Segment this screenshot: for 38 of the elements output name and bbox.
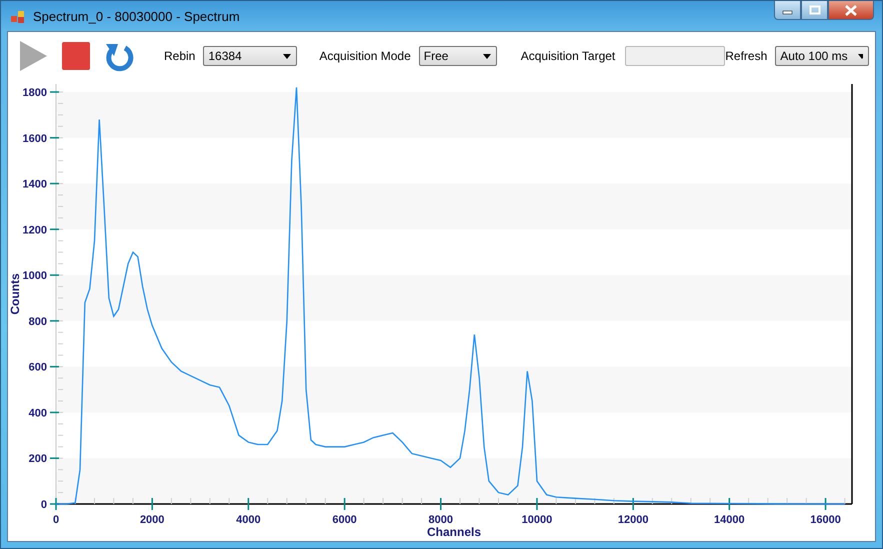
dropdown[interactable]: 16384 [203, 46, 298, 66]
caret-icon [482, 54, 491, 58]
tick-label: 800 [28, 316, 47, 328]
tick-label: 400 [28, 407, 47, 420]
tick-label: 1400 [22, 178, 47, 191]
field-label: Refresh [725, 49, 768, 63]
app-icon [11, 10, 25, 22]
maximize-icon [808, 5, 820, 15]
close-icon [844, 4, 858, 16]
field-label: Acquisition Mode [319, 49, 411, 63]
field-label: Acquisition Target [520, 49, 616, 63]
tick-label: 2000 [140, 514, 164, 526]
tick-label: 1200 [22, 224, 47, 236]
close-button[interactable] [828, 1, 874, 20]
maximize-button[interactable] [801, 1, 828, 20]
tick-label: 1600 [22, 132, 47, 145]
axis-title: Counts [8, 273, 22, 315]
window-title: Spectrum_0 - 80030000 - Spectrum [33, 8, 241, 24]
tick-label: 14000 [714, 514, 745, 526]
tick-label: 0 [52, 514, 60, 526]
tick-label: 1800 [22, 87, 47, 99]
tick-label: 600 [28, 362, 47, 374]
tick-label: 0 [40, 499, 47, 511]
tick-label: 1000 [22, 270, 47, 282]
tick-label: 12000 [618, 514, 648, 526]
tick-label: 8000 [428, 514, 454, 526]
dropdown[interactable]: Auto 100 ms [775, 46, 870, 66]
caret-icon [858, 54, 864, 58]
minimize-button[interactable] [774, 1, 801, 20]
axis-title: Channels [427, 525, 481, 539]
caret-icon [283, 54, 292, 58]
tick-label: 10000 [522, 514, 552, 526]
field-label: Rebin [164, 49, 196, 63]
tick-label: 16000 [810, 514, 841, 526]
tick-label: 200 [28, 453, 47, 466]
tick-label: 4000 [236, 514, 261, 526]
tick-label: 6000 [332, 514, 357, 526]
dropdown[interactable]: Free [418, 46, 497, 66]
